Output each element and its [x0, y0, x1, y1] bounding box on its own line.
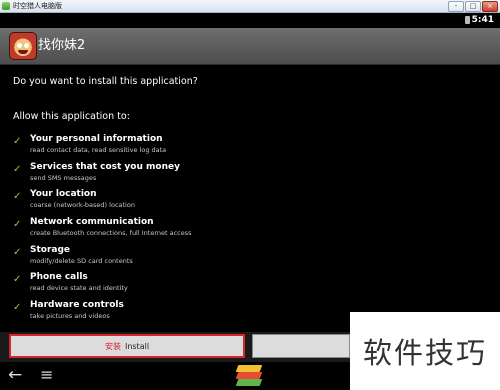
app-name: 找你妹2 [38, 38, 86, 53]
permission-desc: send SMS messages [30, 174, 97, 182]
install-question: Do you want to install this application? [13, 76, 198, 87]
close-button[interactable]: × [482, 1, 498, 12]
permission-item: ✓ Storage modify/delete SD card contents [13, 245, 453, 271]
app-icon [2, 2, 10, 10]
install-label-en: Install [124, 341, 150, 351]
check-icon: ✓ [13, 219, 22, 230]
watermark: 软件技巧 [350, 312, 500, 390]
permission-dialog: Do you want to install this application?… [0, 65, 500, 332]
allow-heading: Allow this application to: [13, 111, 130, 122]
permission-title: Your personal information [30, 134, 163, 144]
permission-item: ✓ Network communication create Bluetooth c… [13, 217, 453, 243]
menu-icon[interactable]: ≡ [40, 365, 53, 384]
permission-desc: read device state and identity [30, 284, 128, 292]
minimize-button[interactable]: - [448, 1, 464, 12]
permission-title: Hardware controls [30, 300, 124, 310]
permission-desc: create Bluetooth connections, full Inter… [30, 229, 192, 237]
permission-desc: coarse (network-based) location [30, 201, 135, 209]
app-logo-icon [9, 32, 37, 60]
window-titlebar: 时空猎人电脑版 - □ × [0, 0, 500, 13]
battery-icon [465, 16, 470, 24]
permission-title: Phone calls [30, 272, 88, 282]
cancel-button[interactable] [252, 334, 350, 358]
permission-item: ✓ Your location coarse (network-based) loc… [13, 189, 453, 215]
permission-item: ✓ Your personal information read contact d… [13, 134, 453, 160]
check-icon: ✓ [13, 164, 22, 175]
permission-title: Your location [30, 189, 97, 199]
check-icon: ✓ [13, 136, 22, 147]
permission-desc: take pictures and videos [30, 312, 110, 320]
permission-desc: read contact data, read sensitive log da… [30, 146, 167, 154]
permission-desc: modify/delete SD card contents [30, 257, 133, 265]
bluestacks-logo-icon[interactable] [235, 365, 263, 387]
install-button[interactable]: 安装 Install [9, 334, 245, 358]
check-icon: ✓ [13, 191, 22, 202]
install-header: 找你妹2 [0, 28, 500, 65]
permission-item: ✓ Services that cost you money send SMS me… [13, 162, 453, 188]
install-label-cn: 安装 [104, 341, 121, 351]
window-title: 时空猎人电脑版 [13, 2, 62, 10]
permission-title: Network communication [30, 217, 154, 227]
permission-item: ✓ Phone calls read device state and identi… [13, 272, 453, 298]
check-icon: ✓ [13, 302, 22, 313]
check-icon: ✓ [13, 274, 22, 285]
permission-title: Services that cost you money [30, 162, 180, 172]
status-time: 5:41 [471, 15, 494, 25]
back-icon[interactable]: ← [8, 365, 22, 385]
android-status-bar: 5:41 [0, 13, 500, 27]
permission-title: Storage [30, 245, 71, 255]
check-icon: ✓ [13, 247, 22, 258]
maximize-button[interactable]: □ [465, 1, 481, 12]
window-controls: - □ × [448, 1, 498, 12]
